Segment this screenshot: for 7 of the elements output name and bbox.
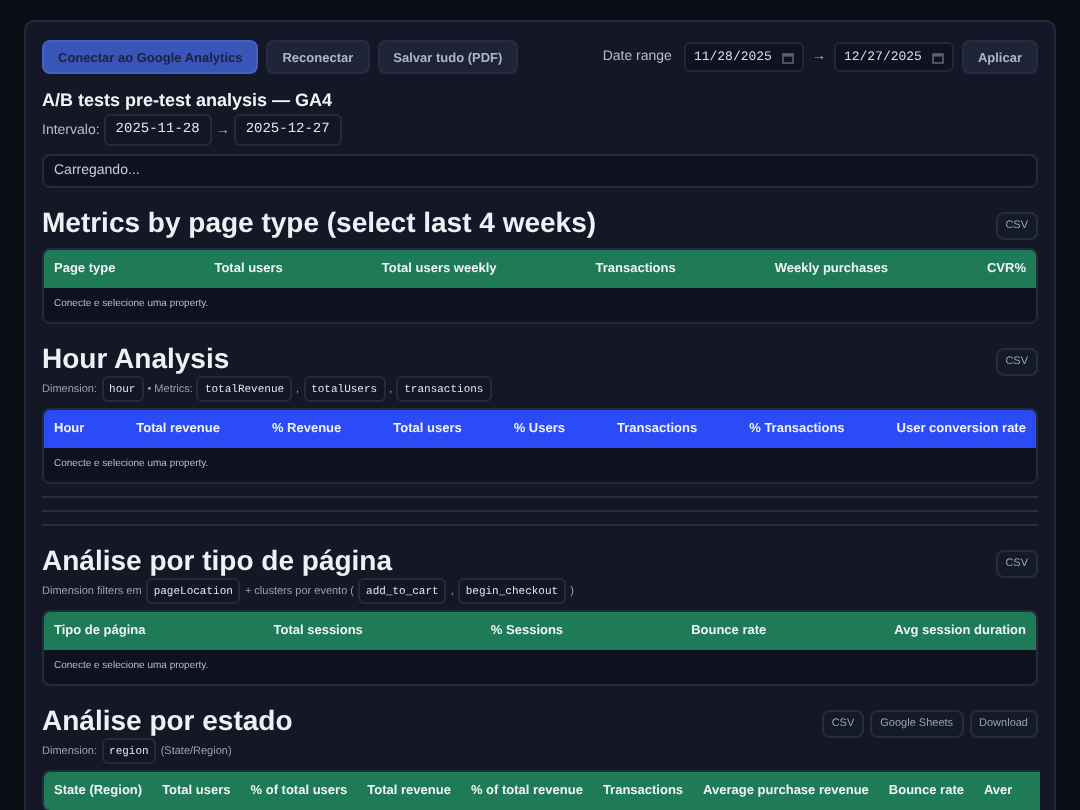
section-title: Metrics by page type (select last 4 weeks) bbox=[42, 206, 597, 238]
calendar-icon[interactable] bbox=[931, 51, 944, 63]
section-title: Hour Analysis bbox=[42, 342, 232, 374]
section-title: Análise por estado bbox=[42, 704, 293, 736]
calendar-icon[interactable] bbox=[781, 51, 794, 63]
page-title: A/B tests pre-test analysis — GA4 bbox=[42, 90, 335, 110]
section-title: Análise por tipo de página bbox=[42, 544, 395, 576]
